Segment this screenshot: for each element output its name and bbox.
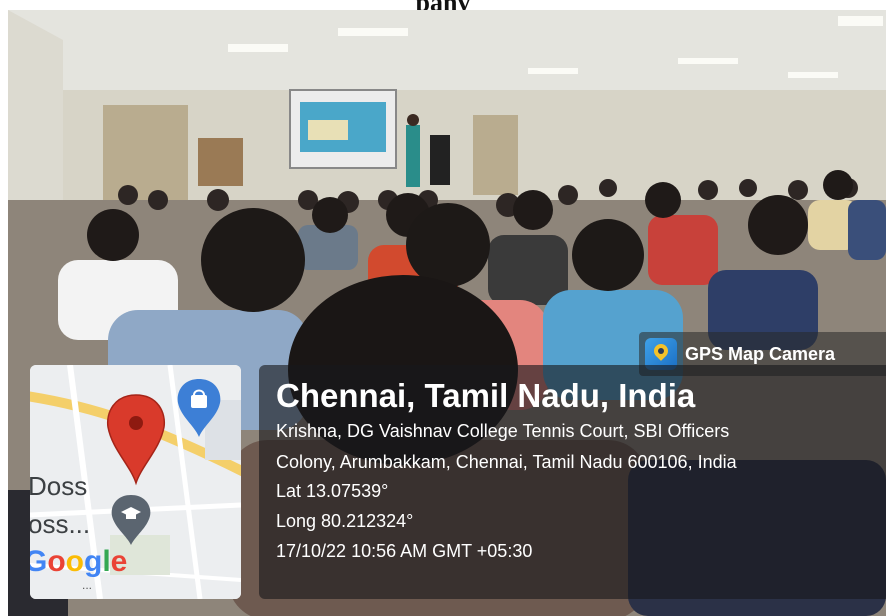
ceiling-light (678, 58, 738, 64)
ceiling-light (788, 72, 838, 78)
ceiling-light (838, 16, 883, 26)
ceiling (8, 10, 886, 90)
cupboard (198, 138, 243, 186)
slide-content (308, 120, 348, 140)
address-line-1: Krishna, DG Vaishnav College Tennis Cour… (276, 421, 730, 441)
map-graphic: Doss oss... Google ... (30, 365, 241, 599)
map-label-doss: Doss (30, 471, 87, 501)
timestamp: 17/10/22 10:56 AM GMT +05:30 (276, 541, 533, 561)
google-logo: Google (30, 545, 127, 578)
door-right (473, 115, 518, 195)
map-label-oss: oss... (30, 509, 90, 539)
location-info-panel: Chennai, Tamil Nadu, India Krishna, DG V… (259, 365, 886, 599)
ceiling-light (228, 44, 288, 52)
longitude: Long 80.212324° (276, 511, 414, 531)
address-line-2: Colony, Arumbakkam, Chennai, Tamil Nadu … (276, 452, 737, 472)
map-more-dots: ... (82, 578, 92, 592)
ceiling-light (338, 28, 408, 36)
door-left (103, 105, 188, 200)
location-title: Chennai, Tamil Nadu, India (276, 377, 696, 414)
speaker (406, 125, 420, 187)
latitude: Lat 13.07539° (276, 481, 389, 501)
ceiling-light (528, 68, 578, 74)
mini-map: Doss oss... Google ... (30, 365, 241, 599)
badge-label: GPS Map Camera (685, 343, 836, 364)
podium (430, 135, 450, 185)
speaker-head (407, 114, 419, 126)
